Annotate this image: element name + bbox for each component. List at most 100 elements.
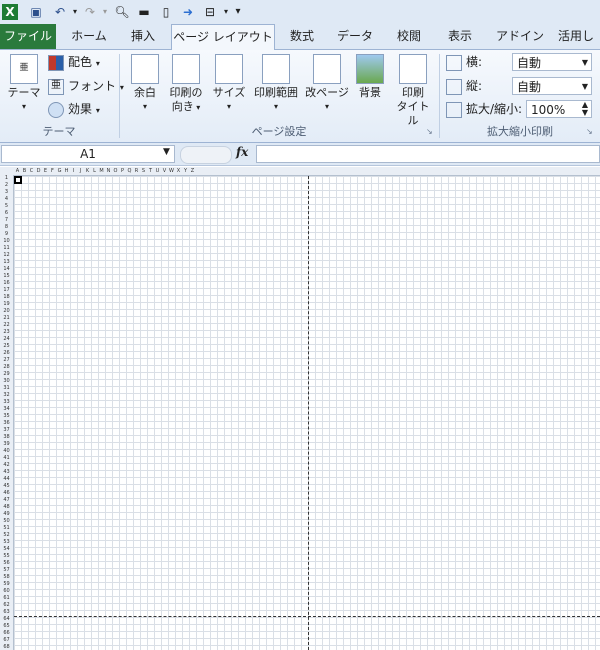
themes-button[interactable]: 亜 テーマ ▾ [6, 54, 42, 114]
row-header[interactable]: 4 [0, 196, 13, 203]
tab-insert[interactable]: 挿入 [120, 24, 166, 49]
row-header[interactable]: 54 [0, 546, 13, 553]
row-header[interactable]: 44 [0, 476, 13, 483]
cell-grid[interactable] [14, 176, 600, 650]
row-header[interactable]: 47 [0, 497, 13, 504]
row-header[interactable]: 62 [0, 602, 13, 609]
column-header[interactable]: H [63, 167, 70, 175]
row-header[interactable]: 39 [0, 441, 13, 448]
row-header[interactable]: 26 [0, 350, 13, 357]
height-select[interactable]: 自動 ▼ [512, 77, 592, 95]
row-header[interactable]: 40 [0, 448, 13, 455]
tab-data[interactable]: データ [330, 24, 380, 49]
formula-input[interactable] [256, 145, 600, 163]
spinner-arrows-icon[interactable]: ▲ ▼ [582, 101, 588, 117]
row-header[interactable]: 24 [0, 336, 13, 343]
insert-function-button[interactable]: fx [236, 145, 248, 159]
column-header[interactable]: G [56, 167, 63, 175]
row-header[interactable]: 32 [0, 392, 13, 399]
width-select[interactable]: 自動 ▼ [512, 53, 592, 71]
row-header[interactable]: 68 [0, 644, 13, 650]
save-icon[interactable]: ▣ [28, 4, 44, 20]
column-header[interactable]: Y [182, 167, 189, 175]
row-header[interactable]: 16 [0, 280, 13, 287]
row-header[interactable]: 37 [0, 427, 13, 434]
row-header[interactable]: 25 [0, 343, 13, 350]
row-header[interactable]: 9 [0, 231, 13, 238]
page-break-button[interactable]: 改ページ ▾ [304, 54, 350, 114]
print-preview-icon[interactable]: 🔍︎ [114, 4, 130, 20]
column-header[interactable]: B [21, 167, 28, 175]
redo-dropdown-icon[interactable]: ▾ [97, 4, 113, 20]
column-header[interactable]: Z [189, 167, 196, 175]
column-header[interactable]: C [28, 167, 35, 175]
column-header[interactable]: R [133, 167, 140, 175]
row-header[interactable]: 19 [0, 301, 13, 308]
print-titles-button[interactable]: 印刷 タイトル [392, 54, 434, 128]
column-header[interactable]: X [175, 167, 182, 175]
row-header[interactable]: 31 [0, 385, 13, 392]
tab-file[interactable]: ファイル [0, 24, 56, 49]
column-header[interactable]: Q [126, 167, 133, 175]
row-header[interactable]: 42 [0, 462, 13, 469]
row-header[interactable]: 67 [0, 637, 13, 644]
row-header[interactable]: 28 [0, 364, 13, 371]
column-header[interactable]: E [42, 167, 49, 175]
row-header[interactable]: 53 [0, 539, 13, 546]
size-button[interactable]: サイズ ▾ [210, 54, 248, 114]
theme-colors-button[interactable]: 配色 ▾ [48, 52, 100, 72]
row-header[interactable]: 12 [0, 252, 13, 259]
row-header[interactable]: 6 [0, 210, 13, 217]
row-header[interactable]: 2 [0, 182, 13, 189]
row-header[interactable]: 13 [0, 259, 13, 266]
row-header[interactable]: 50 [0, 518, 13, 525]
undo-dropdown-icon[interactable]: ▾ [67, 4, 83, 20]
tab-addins[interactable]: アドイン [492, 24, 548, 49]
row-header[interactable]: 14 [0, 266, 13, 273]
orientation-button[interactable]: 印刷の 向き ▾ [166, 54, 206, 115]
row-header[interactable]: 55 [0, 553, 13, 560]
column-header[interactable]: M [98, 167, 105, 175]
column-header[interactable]: N [105, 167, 112, 175]
customize-toolbar-icon[interactable]: ▾ [230, 4, 246, 20]
quick-print-icon[interactable]: ▬ [136, 4, 152, 20]
row-header[interactable]: 64 [0, 616, 13, 623]
row-header[interactable]: 23 [0, 329, 13, 336]
tab-view[interactable]: 表示 [437, 24, 483, 49]
selected-cell[interactable] [14, 176, 22, 184]
scale-spinner[interactable]: 100% ▲ ▼ [526, 100, 592, 118]
column-header[interactable]: D [35, 167, 42, 175]
row-header[interactable]: 41 [0, 455, 13, 462]
row-header[interactable]: 18 [0, 294, 13, 301]
column-header[interactable]: K [84, 167, 91, 175]
row-header[interactable]: 63 [0, 609, 13, 616]
row-header[interactable]: 43 [0, 469, 13, 476]
column-header[interactable]: T [147, 167, 154, 175]
column-header[interactable]: W [168, 167, 175, 175]
column-header[interactable]: S [140, 167, 147, 175]
column-header[interactable]: F [49, 167, 56, 175]
row-header[interactable]: 52 [0, 532, 13, 539]
row-header[interactable]: 65 [0, 623, 13, 630]
margins-button[interactable]: 余白 ▾ [126, 54, 164, 114]
undo-icon[interactable]: ↶ [52, 4, 68, 20]
row-header[interactable]: 56 [0, 560, 13, 567]
row-header[interactable]: 49 [0, 511, 13, 518]
column-header[interactable]: P [119, 167, 126, 175]
row-header[interactable]: 29 [0, 371, 13, 378]
name-box-dropdown-icon[interactable]: ▼ [163, 147, 170, 157]
row-header[interactable]: 51 [0, 525, 13, 532]
row-header[interactable]: 30 [0, 378, 13, 385]
tab-home[interactable]: ホーム [62, 24, 116, 49]
row-header[interactable]: 7 [0, 217, 13, 224]
row-header[interactable]: 58 [0, 574, 13, 581]
comment-icon[interactable]: ⊟ [202, 4, 218, 20]
tab-utilize[interactable]: 活用し [558, 24, 600, 49]
row-header[interactable]: 1 [0, 175, 13, 182]
row-header[interactable]: 33 [0, 399, 13, 406]
row-header[interactable]: 3 [0, 189, 13, 196]
row-header[interactable]: 60 [0, 588, 13, 595]
row-header[interactable]: 8 [0, 224, 13, 231]
column-header[interactable]: I [70, 167, 77, 175]
column-header[interactable]: L [91, 167, 98, 175]
